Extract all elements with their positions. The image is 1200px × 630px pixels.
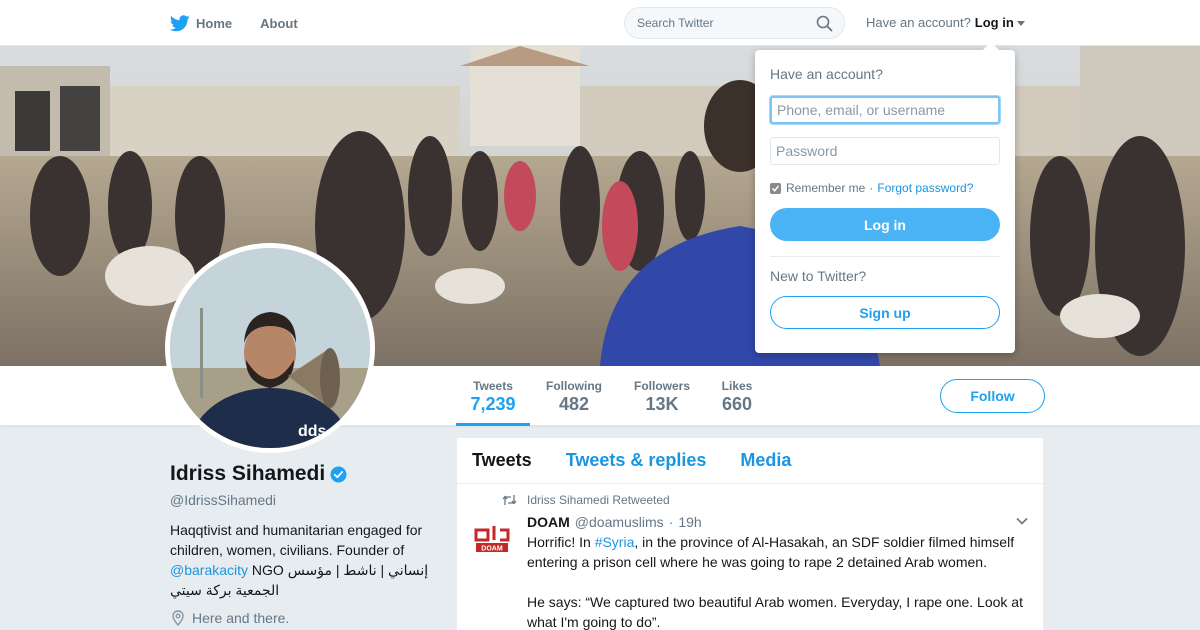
profile-handle[interactable]: @IdrissSihamedi <box>170 492 440 508</box>
nav-about[interactable]: About <box>260 16 298 31</box>
signup-button[interactable]: Sign up <box>770 296 1000 329</box>
location-text: Here and there. <box>192 610 290 626</box>
nav-about-label: About <box>260 15 298 31</box>
dropdown-title: Have an account? <box>770 66 883 82</box>
verified-badge-icon <box>330 466 347 482</box>
separator-dot: · <box>869 181 874 195</box>
timeline-tabs: Tweets Tweets & replies Media <box>457 438 1043 484</box>
login-dropdown: Have an account? Remember me · Forgot pa… <box>755 42 1015 353</box>
tab-tweets[interactable]: Tweets <box>472 450 532 471</box>
bio-line-rest: NGO إنساني | ناشط | مؤسس <box>248 562 429 578</box>
svg-text:dds: dds <box>298 423 327 440</box>
bio-mention-link[interactable]: @barakacity <box>170 562 248 578</box>
twitter-bird-icon <box>170 14 190 31</box>
location-pin-icon <box>172 610 184 626</box>
search-input[interactable] <box>637 16 807 30</box>
remember-me-label[interactable]: Remember me <box>786 181 865 195</box>
tweet-author-name[interactable]: DOAM <box>527 514 570 530</box>
profile-name-row: Idriss Sihamedi <box>170 462 440 486</box>
remember-me-row: Remember me · Forgot password? <box>770 181 1000 195</box>
tweet-header: DOAM @doamuslims · 19h <box>527 514 1028 530</box>
remember-me-checkbox[interactable] <box>770 182 781 194</box>
search-icon[interactable] <box>816 15 833 32</box>
stat-likes-value: 660 <box>721 394 753 414</box>
hashtag-link[interactable]: #Syria <box>595 534 635 550</box>
tweet[interactable]: Idriss Sihamedi Retweeted DOAM DOAM @doa… <box>457 484 1043 630</box>
login-button[interactable]: Log in <box>770 208 1000 241</box>
forgot-password-link[interactable]: Forgot password? <box>877 181 973 195</box>
retweet-context-text[interactable]: Idriss Sihamedi Retweeted <box>527 493 670 507</box>
stat-followers-label: Followers <box>633 379 690 393</box>
bio-line: الجمعية بركة سيتي <box>170 582 280 598</box>
bio-line: Haqqtivist and humanitarian engaged for <box>170 522 423 538</box>
avatar-photo: dds <box>170 248 370 448</box>
profile-bio: Haqqtivist and humanitarian engaged for … <box>170 520 440 600</box>
retweet-icon <box>502 495 517 505</box>
bio-line: @barakacity NGO إنساني | ناشط | مؤسس <box>170 560 440 580</box>
caret-down-icon <box>1016 20 1025 26</box>
follow-button[interactable]: Follow <box>940 379 1045 413</box>
bio-line: children, women, civilians. Founder of <box>170 542 405 558</box>
profile-card: Idriss Sihamedi @IdrissSihamedi Haqqtivi… <box>170 462 440 626</box>
new-to-twitter-text: New to Twitter? <box>770 268 867 284</box>
tweet-text: Horrific! In #Syria, in the province of … <box>527 532 1028 630</box>
stat-following-label: Following <box>546 379 602 393</box>
profile-location: Here and there. <box>170 610 440 626</box>
username-field[interactable] <box>770 96 1000 124</box>
nav-home-label: Home <box>196 15 233 31</box>
stat-following[interactable]: Following 482 <box>540 366 608 426</box>
profile-avatar[interactable]: dds <box>165 243 375 453</box>
dropdown-divider <box>770 256 1000 257</box>
stat-likes[interactable]: Likes 660 <box>714 366 760 426</box>
stat-tweets-value: 7,239 <box>470 394 516 414</box>
svg-text:DOAM: DOAM <box>481 546 503 553</box>
stat-followers[interactable]: Followers 13K <box>628 366 696 426</box>
profile-name[interactable]: Idriss Sihamedi <box>170 462 325 486</box>
stat-tweets-label: Tweets <box>473 379 513 393</box>
tweet-text-start: Horrific! In <box>527 534 595 550</box>
checkmark-icon <box>771 185 780 192</box>
tweet-author-handle[interactable]: @doamuslims <box>575 514 664 530</box>
tweet-timestamp[interactable]: 19h <box>678 514 701 530</box>
login-menu-label: Log in <box>974 15 1014 30</box>
tab-media[interactable]: Media <box>740 450 791 471</box>
timeline: Tweets Tweets & replies Media Idriss Sih… <box>456 437 1044 630</box>
tweet-author-avatar[interactable]: DOAM <box>472 520 512 560</box>
tweet-separator: · <box>668 514 674 530</box>
top-navigation-bar: Home About Have an account? Log in <box>0 0 1200 46</box>
tab-tweets-and-replies[interactable]: Tweets & replies <box>566 450 707 471</box>
stat-likes-label: Likes <box>721 379 753 393</box>
search-box[interactable] <box>624 7 845 39</box>
password-field[interactable] <box>770 137 1000 165</box>
chevron-down-icon[interactable] <box>1015 516 1029 526</box>
account-menu: Have an account? Log in <box>866 15 1025 30</box>
have-account-text: Have an account? <box>866 15 971 30</box>
retweet-context: Idriss Sihamedi Retweeted <box>502 492 1028 508</box>
nav-home[interactable]: Home <box>170 14 233 32</box>
stat-followers-value: 13K <box>645 394 679 414</box>
login-menu-toggle[interactable]: Log in <box>975 15 1025 30</box>
stat-tweets[interactable]: Tweets 7,239 <box>456 366 530 426</box>
stat-following-value: 482 <box>558 394 590 414</box>
